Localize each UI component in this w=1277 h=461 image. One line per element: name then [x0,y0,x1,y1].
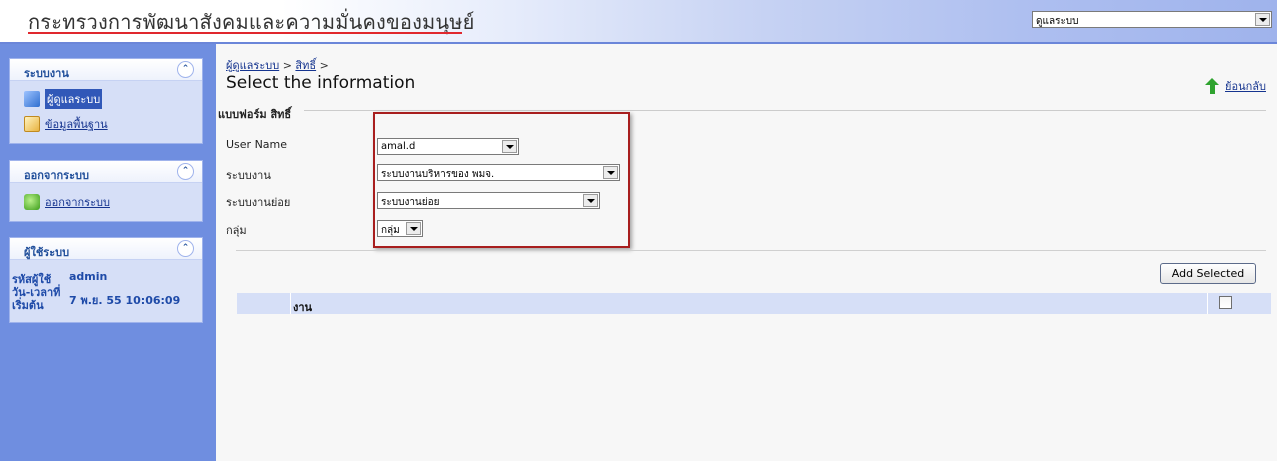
arrow-up-icon [1205,78,1220,94]
breadcrumb-sep: > [316,59,329,72]
sidebar-item-basic-data[interactable]: ข้อมูลพื้นฐาน [24,115,108,133]
sidebar-item-label[interactable]: ผู้ดูแลระบบ [45,89,103,109]
form-legend: แบบฟอร์ม สิทธิ์ [218,105,296,123]
title-underline [28,32,462,34]
sidebar-item-logout[interactable]: ออกจากระบบ [24,193,110,211]
sidebar-item-label[interactable]: ออกจากระบบ [45,193,110,211]
sidebar-item-admin[interactable]: ผู้ดูแลระบบ [24,89,103,109]
login-time-value: 7 พ.ย. 55 10:06:09 [69,294,181,307]
exit-icon [24,194,40,210]
data-icon [24,116,40,132]
system-label: ระบบงาน [226,169,271,182]
collapse-icon[interactable]: ⌃ [177,240,194,257]
back-link[interactable]: ย้อนกลับ [1205,77,1266,95]
panel-header: ออกจากระบบ ⌃ [10,161,202,183]
panel-title: ระบบงาน [24,67,69,80]
breadcrumb-permission[interactable]: สิทธิ์ [295,59,316,72]
chevron-down-icon[interactable] [1255,13,1270,26]
collapse-icon[interactable]: ⌃ [177,163,194,180]
app-header: กระทรวงการพัฒนาสังคมและความมั่นคงของมนุษ… [0,0,1277,44]
username-label: User Name [226,138,288,151]
breadcrumb: ผู้ดูแลระบบ > สิทธิ์ > [226,56,329,74]
grid-header: งาน [237,293,1271,314]
subsystem-label: ระบบงานย่อย [226,196,291,209]
divider [304,110,1266,111]
main-content: ผู้ดูแลระบบ > สิทธิ์ > Select the inform… [216,44,1277,461]
page-title: Select the information [226,73,416,93]
back-label[interactable]: ย้อนกลับ [1225,77,1266,95]
system-select-value: ดูแลระบบ [1036,16,1079,27]
panel-title: ออกจากระบบ [24,169,89,182]
add-selected-button[interactable]: Add Selected [1160,263,1256,284]
group-label: กลุ่ม [226,224,247,237]
sidebar-item-label[interactable]: ข้อมูลพื้นฐาน [45,115,108,133]
login-time-label-2: เริ่มต้น [12,299,44,312]
panel-user: ผู้ใช้ระบบ ⌃ รหัสผู้ใช้ admin วัน-เวลาที… [9,237,203,323]
users-icon [24,91,40,107]
collapse-icon[interactable]: ⌃ [177,61,194,78]
system-select[interactable]: ดูแลระบบ [1032,11,1272,28]
panel-logout: ออกจากระบบ ⌃ ออกจากระบบ [9,160,203,222]
divider [236,250,1266,251]
grid-header-check-cell [1207,293,1271,314]
select-all-checkbox[interactable] [1219,296,1232,309]
panel-system: ระบบงาน ⌃ ผู้ดูแลระบบ ข้อมูลพื้นฐาน [9,58,203,144]
breadcrumb-admin[interactable]: ผู้ดูแลระบบ [226,59,279,72]
sidebar: ระบบงาน ⌃ ผู้ดูแลระบบ ข้อมูลพื้นฐาน ออกจ… [0,44,216,461]
panel-header: ระบบงาน ⌃ [10,59,202,81]
panel-title: ผู้ใช้ระบบ [24,246,70,259]
grid-header-blank [237,293,291,314]
user-id-value: admin [69,270,108,283]
highlight-box [373,112,630,248]
panel-header: ผู้ใช้ระบบ ⌃ [10,238,202,260]
column-task: งาน [293,301,313,314]
breadcrumb-sep: > [279,59,296,72]
